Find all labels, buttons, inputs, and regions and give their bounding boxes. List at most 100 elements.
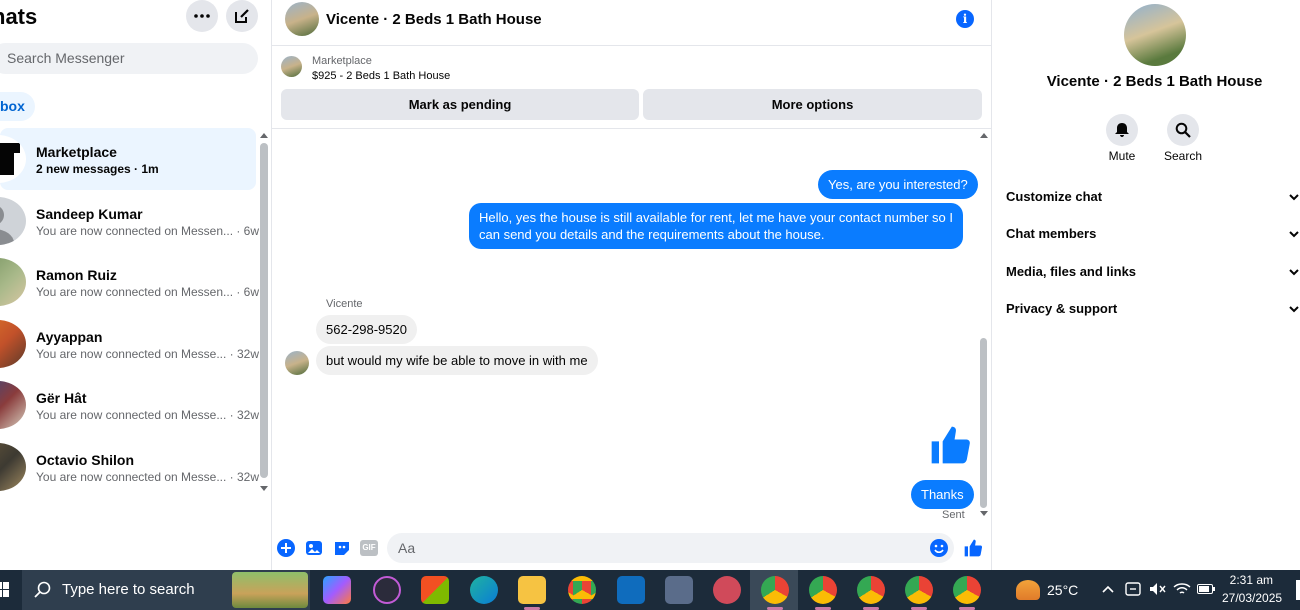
contact-avatar-large[interactable] [1124, 4, 1186, 66]
sticker-icon[interactable] [333, 539, 351, 557]
inbox-tab[interactable]: box [0, 92, 35, 121]
chrome-profile-icon[interactable] [809, 576, 837, 604]
chat-list: Marketplace 2 new messages · 1m Sandeep … [0, 128, 260, 498]
more-options-button[interactable] [186, 0, 218, 32]
incoming-message[interactable]: but would my wife be able to move in wit… [316, 346, 598, 375]
message-status: Sent [942, 509, 965, 521]
listing-price-title[interactable]: $925 - 2 Beds 1 Bath House [312, 70, 450, 82]
info-panel-title: Vicente · 2 Beds 1 Bath House [1046, 73, 1263, 90]
network-status-icon[interactable] [1125, 581, 1141, 597]
edge-icon[interactable] [470, 576, 498, 604]
chat-name: Gër Hât [36, 390, 87, 406]
photo-icon[interactable] [305, 539, 323, 557]
chevron-down-icon [1289, 306, 1299, 313]
conversation-scrollbar[interactable] [980, 338, 987, 508]
avatar [0, 381, 26, 429]
avatar [0, 442, 26, 491]
chat-item-ramon-ruiz[interactable]: Ramon Ruiz You are now connected on Mess… [0, 251, 259, 313]
conversation-pane: Vicente · 2 Beds 1 Bath House i Marketpl… [272, 0, 992, 570]
message-line: can send you details and the requirement… [479, 227, 825, 242]
speaker-muted-icon[interactable] [1148, 581, 1166, 597]
compose-icon [235, 9, 249, 23]
wifi-icon[interactable] [1173, 582, 1191, 596]
chrome-icon[interactable] [568, 576, 596, 604]
chrome-profile-icon[interactable] [857, 576, 885, 604]
outgoing-message[interactable]: Hello, yes the house is still available … [469, 203, 964, 249]
avatar [0, 258, 26, 306]
battery-icon[interactable] [1197, 584, 1215, 594]
chat-name: Marketplace [36, 144, 117, 160]
plus-circle-icon[interactable] [277, 539, 295, 557]
weather-icon[interactable] [1016, 580, 1040, 600]
mark-as-pending-button[interactable]: Mark as pending [281, 89, 639, 120]
chat-sidebar: hats Search Messenger box Marketplace 2 … [0, 0, 272, 570]
scroll-down-arrow[interactable] [260, 486, 268, 491]
thumbs-up-sticker[interactable] [928, 423, 972, 472]
gif-icon[interactable]: GIF [360, 540, 378, 556]
scroll-down-arrow[interactable] [980, 511, 988, 516]
privacy-support-row[interactable]: Privacy & support [1006, 301, 1300, 321]
chrome-profile-icon[interactable] [761, 576, 789, 604]
search-in-conversation-button[interactable]: Search [1153, 114, 1213, 163]
section-label: Privacy & support [1006, 301, 1118, 316]
section-label: Customize chat [1006, 189, 1103, 204]
search-messenger-input[interactable]: Search Messenger [0, 43, 258, 74]
search-icon [1175, 122, 1191, 138]
chevron-down-icon [1289, 231, 1299, 238]
windows-start-icon[interactable] [0, 582, 10, 598]
more-options-button[interactable]: More options [643, 89, 982, 120]
new-message-button[interactable] [226, 0, 258, 32]
chat-item-ger-hat[interactable]: Gër Hât You are now connected on Messe..… [0, 374, 259, 436]
chat-name: Octavio Shilon [36, 451, 135, 468]
mute-button[interactable]: Mute [1092, 114, 1152, 163]
media-player-icon[interactable] [373, 576, 401, 604]
incoming-message[interactable]: 562-298-9520 [316, 315, 417, 344]
chat-preview: You are now connected on Messen... · 6w [36, 223, 260, 238]
paint-app-icon[interactable] [713, 576, 741, 604]
message-list: Yes, are you interested? Hello, yes the … [272, 130, 992, 525]
chat-item-marketplace[interactable]: Marketplace 2 new messages · 1m [0, 128, 256, 190]
windows-taskbar: Type here to search 25°C 2:31 am 27/03/2… [0, 570, 1300, 610]
chat-name: Sandeep Kumar [36, 205, 143, 222]
copilot-icon[interactable] [323, 576, 351, 604]
chat-members-row[interactable]: Chat members [1006, 226, 1300, 246]
chrome-profile-icon[interactable] [953, 576, 981, 604]
chat-name: Ramon Ruiz [36, 267, 117, 283]
info-icon[interactable]: i [956, 10, 974, 28]
chat-item-octavio-shilon[interactable]: Octavio Shilon You are now connected on … [0, 436, 260, 498]
chat-item-sandeep-kumar[interactable]: Sandeep Kumar You are now connected on M… [0, 190, 260, 252]
temperature[interactable]: 25°C [1047, 582, 1078, 598]
taskbar-search-placeholder: Type here to search [62, 581, 195, 598]
chat-item-ayyappan[interactable]: Ayyappan You are now connected on Messe.… [0, 313, 259, 375]
scroll-up-arrow[interactable] [260, 133, 268, 138]
search-label: Search [1163, 149, 1203, 163]
mute-label: Mute [1108, 149, 1136, 163]
store-icon[interactable] [421, 576, 449, 604]
sender-avatar[interactable] [285, 351, 309, 375]
like-button-icon[interactable] [963, 538, 983, 558]
customize-chat-row[interactable]: Customize chat [1006, 189, 1300, 209]
scroll-up-arrow[interactable] [980, 133, 988, 138]
outgoing-message[interactable]: Yes, are you interested? [818, 170, 978, 199]
chevron-up-icon[interactable] [1102, 585, 1114, 593]
search-highlight-image [232, 572, 308, 608]
chat-preview: You are now connected on Messe... · 32w [36, 469, 260, 484]
chevron-down-icon [1289, 194, 1299, 201]
section-label: Media, files and links [1006, 264, 1137, 279]
listing-thumbnail[interactable] [281, 56, 302, 77]
contact-avatar[interactable] [285, 2, 319, 36]
conversation-title[interactable]: Vicente · 2 Beds 1 Bath House [326, 11, 542, 28]
file-explorer-icon[interactable] [518, 576, 546, 604]
taskbar-search-box[interactable]: Type here to search [22, 570, 310, 610]
clock-time[interactable]: 2:31 am [1229, 573, 1273, 587]
emoji-icon[interactable] [930, 539, 948, 557]
chrome-profile-icon[interactable] [905, 576, 933, 604]
clock-date[interactable]: 27/03/2025 [1222, 591, 1282, 605]
document-app-icon[interactable] [665, 576, 693, 604]
like-icon [931, 426, 970, 464]
outgoing-message[interactable]: Thanks [911, 480, 974, 509]
message-input[interactable]: Aa [387, 533, 954, 563]
media-files-links-row[interactable]: Media, files and links [1006, 264, 1300, 284]
sidebar-scrollbar[interactable] [260, 143, 268, 478]
outlook-icon[interactable] [617, 576, 645, 604]
